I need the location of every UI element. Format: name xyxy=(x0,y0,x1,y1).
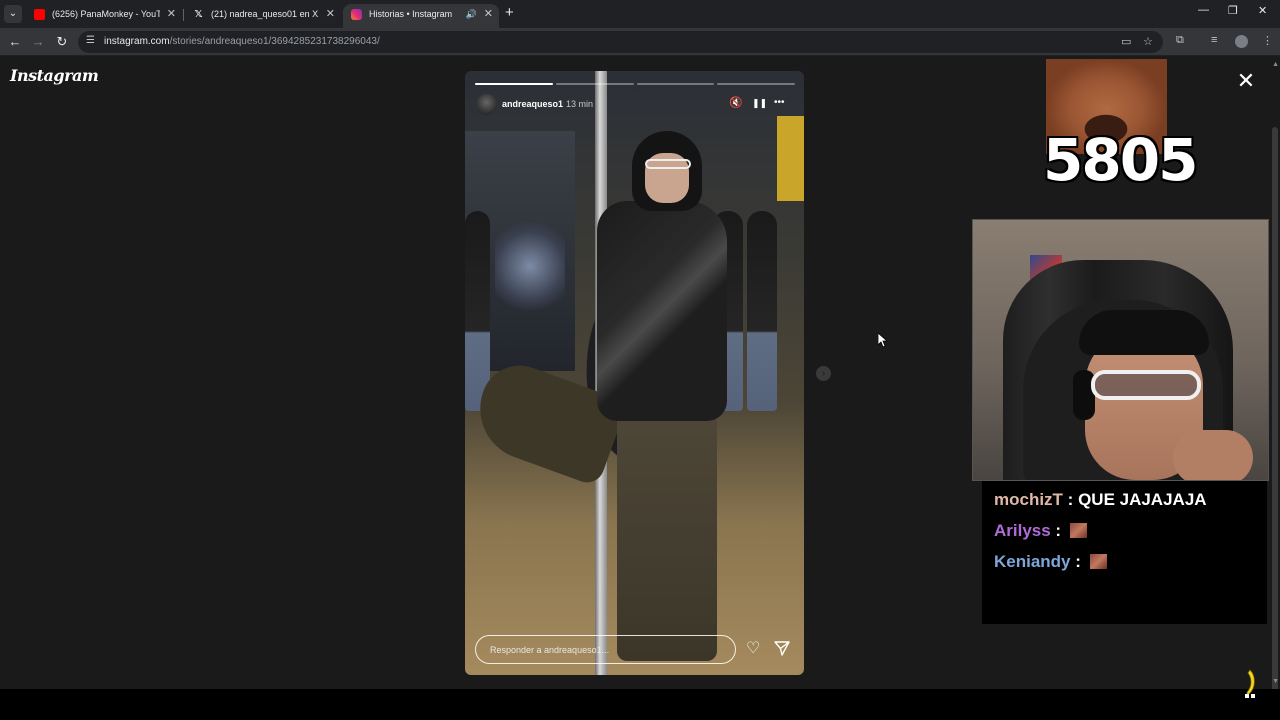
story-bystander xyxy=(465,211,490,411)
story-person-hoodie xyxy=(597,201,727,421)
close-story-button[interactable]: ✕ xyxy=(1236,70,1256,92)
story-viewer[interactable]: andreaqueso1 13 min 🔇 ❚❚ ••• Responder a… xyxy=(465,71,804,675)
back-button[interactable]: ← xyxy=(6,33,24,51)
tab-title: (6256) PanaMonkey - YouTube xyxy=(52,9,160,19)
more-options-icon[interactable]: ••• xyxy=(774,96,785,110)
chat-username: mochizT xyxy=(994,490,1063,509)
close-window-button[interactable]: ✕ xyxy=(1258,4,1267,17)
story-reply-input[interactable]: Responder a andreaqueso1... xyxy=(475,635,736,664)
streamer-webcam xyxy=(972,219,1269,481)
tab-search-button[interactable]: ⌄ xyxy=(4,5,22,23)
stream-counter: 5805 xyxy=(1043,126,1198,194)
chat-text: QUE JAJAJAJA xyxy=(1078,490,1207,509)
story-progress-bar xyxy=(475,83,795,85)
page-scrollbar[interactable]: ▲ ▼ xyxy=(1270,57,1280,720)
tab-separator xyxy=(183,9,184,21)
chat-username: Keniandy xyxy=(994,552,1071,571)
chat-username: Arilyss xyxy=(994,521,1051,540)
chat-emote-icon xyxy=(1069,523,1087,538)
stream-bottom-strip xyxy=(0,689,1280,720)
restore-button[interactable]: ❐ xyxy=(1228,4,1238,17)
like-heart-icon[interactable]: ♡ xyxy=(746,640,760,658)
webcam-streamer-glasses xyxy=(1091,370,1201,400)
forward-button[interactable]: → xyxy=(29,33,47,51)
stream-chat: mochizT : QUE JAJAJAJA Arilyss : Keniand… xyxy=(982,481,1267,624)
story-background-light xyxy=(495,221,565,311)
browser-toolbar: ← → ↻ ☰ instagram.com/stories/andreaques… xyxy=(0,28,1280,56)
story-timestamp: 13 min xyxy=(566,99,594,109)
speaker-icon[interactable]: 🔊 xyxy=(466,4,477,24)
webcam-streamer-hand xyxy=(1173,430,1253,480)
new-tab-button[interactable]: + xyxy=(505,4,514,22)
close-tab-icon[interactable]: ✕ xyxy=(326,4,335,24)
tab-title: Historias • Instagram xyxy=(369,9,453,19)
send-icon[interactable] xyxy=(774,640,790,656)
chat-message: mochizT : QUE JAJAJAJA xyxy=(994,490,1207,509)
story-progress-segment xyxy=(717,83,795,85)
browser-tab-bar: ⌄ (6256) PanaMonkey - YouTube ✕ 𝕏 (21) n… xyxy=(0,0,1280,28)
tab-instagram[interactable]: Historias • Instagram 🔊 ✕ xyxy=(343,4,499,28)
story-user-avatar[interactable] xyxy=(476,94,497,115)
screen: ⌄ (6256) PanaMonkey - YouTube ✕ 𝕏 (21) n… xyxy=(0,0,1280,720)
minimize-button[interactable]: — xyxy=(1198,4,1209,16)
story-person-pants xyxy=(617,411,717,661)
browser-menu-icon[interactable]: ⋮ xyxy=(1262,34,1273,47)
bookmark-star-icon[interactable]: ☆ xyxy=(1143,35,1153,48)
chat-message: Arilyss : xyxy=(994,521,1087,541)
story-progress-segment xyxy=(475,83,553,85)
x-favicon-icon: 𝕏 xyxy=(194,9,203,20)
next-story-button[interactable]: › xyxy=(816,366,831,381)
instagram-favicon-icon xyxy=(351,9,362,20)
story-progress-fill xyxy=(475,83,553,85)
chat-message: Keniandy : xyxy=(994,552,1107,572)
cast-icon[interactable]: ▭ xyxy=(1121,35,1131,48)
address-bar[interactable]: ☰ instagram.com/stories/andreaqueso1/369… xyxy=(78,31,1163,53)
story-bystander xyxy=(747,211,777,411)
scroll-down-icon[interactable]: ▼ xyxy=(1272,678,1279,685)
extensions-icon[interactable]: ⧉ xyxy=(1176,34,1184,47)
chat-emote-icon xyxy=(1089,554,1107,569)
scrollbar-thumb[interactable] xyxy=(1272,127,1278,720)
story-person xyxy=(465,131,732,661)
instagram-logo[interactable]: Instagram xyxy=(10,66,99,85)
tab-x-twitter[interactable]: 𝕏 (21) nadrea_queso01 en X: "@P ✕ xyxy=(185,4,341,28)
story-username[interactable]: andreaqueso1 xyxy=(502,99,563,109)
story-progress-segment xyxy=(555,83,634,85)
tab-youtube[interactable]: (6256) PanaMonkey - YouTube ✕ xyxy=(26,4,182,28)
close-tab-icon[interactable]: ✕ xyxy=(484,4,493,24)
story-background-sign xyxy=(777,116,804,201)
pause-icon[interactable]: ❚❚ xyxy=(752,96,767,110)
close-tab-icon[interactable]: ✕ xyxy=(167,4,176,24)
reload-button[interactable]: ↻ xyxy=(53,33,71,51)
scroll-up-icon[interactable]: ▲ xyxy=(1272,61,1279,68)
webcam-streamer-hair xyxy=(1079,310,1209,355)
profile-avatar[interactable] xyxy=(1235,35,1248,48)
reply-placeholder: Responder a andreaqueso1... xyxy=(490,645,610,655)
tab-title: (21) nadrea_queso01 en X: "@P xyxy=(211,9,319,19)
site-info-icon[interactable]: ☰ xyxy=(86,35,95,46)
mouse-cursor-icon xyxy=(878,333,888,348)
url-text[interactable]: instagram.com/stories/andreaqueso1/36942… xyxy=(104,36,380,47)
youtube-favicon-icon xyxy=(34,9,45,20)
media-controls-icon[interactable]: ≡ xyxy=(1211,34,1217,46)
story-progress-segment xyxy=(636,83,715,85)
story-person-glasses xyxy=(645,159,691,169)
mute-icon[interactable]: 🔇 xyxy=(729,96,743,110)
dancing-banana-icon xyxy=(1245,669,1255,698)
